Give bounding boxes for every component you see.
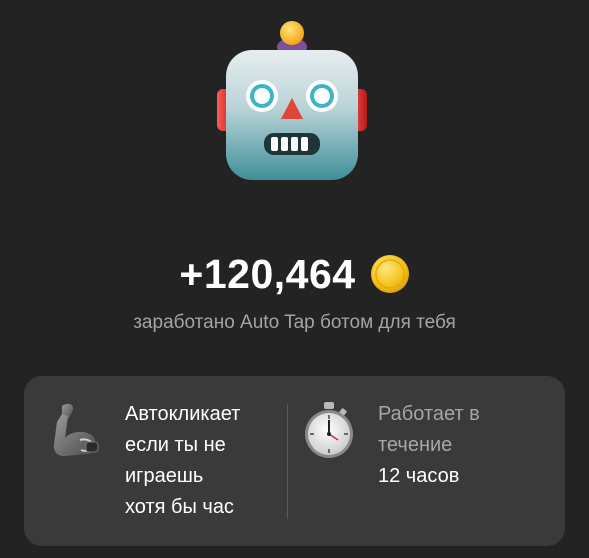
feature-autoclick-line: играешь xyxy=(125,465,204,487)
auto-tap-reward-screen: +120,464 заработано Auto Tap ботом для т… xyxy=(0,0,589,558)
feature-duration-line: Работает в xyxy=(378,403,480,425)
feature-duration-value: 12 часов xyxy=(378,465,460,487)
stopwatch-icon xyxy=(305,402,353,458)
auto-tap-info-card: Автокликает если ты не играешь хотя бы ч… xyxy=(24,376,565,546)
feature-duration-line: течение xyxy=(378,434,453,456)
feature-autoclick-text: Автокликает если ты не играешь хотя бы ч… xyxy=(125,399,275,523)
robot-icon xyxy=(217,21,367,180)
feature-autoclick-line: Автокликает xyxy=(125,403,241,425)
reward-amount: +120,464 xyxy=(179,251,356,297)
coin-icon xyxy=(370,255,409,293)
feature-autoclick-line: хотя бы час xyxy=(125,496,234,518)
flexed-biceps-icon xyxy=(53,403,99,456)
reward-subtitle: заработано Auto Tap ботом для тебя xyxy=(133,312,456,333)
feature-duration-text: Работает в течение 12 часов xyxy=(378,399,548,492)
reward-amount-row: +120,464 xyxy=(0,250,589,298)
card-divider xyxy=(287,404,288,519)
feature-autoclick-line: если ты не xyxy=(125,434,226,456)
